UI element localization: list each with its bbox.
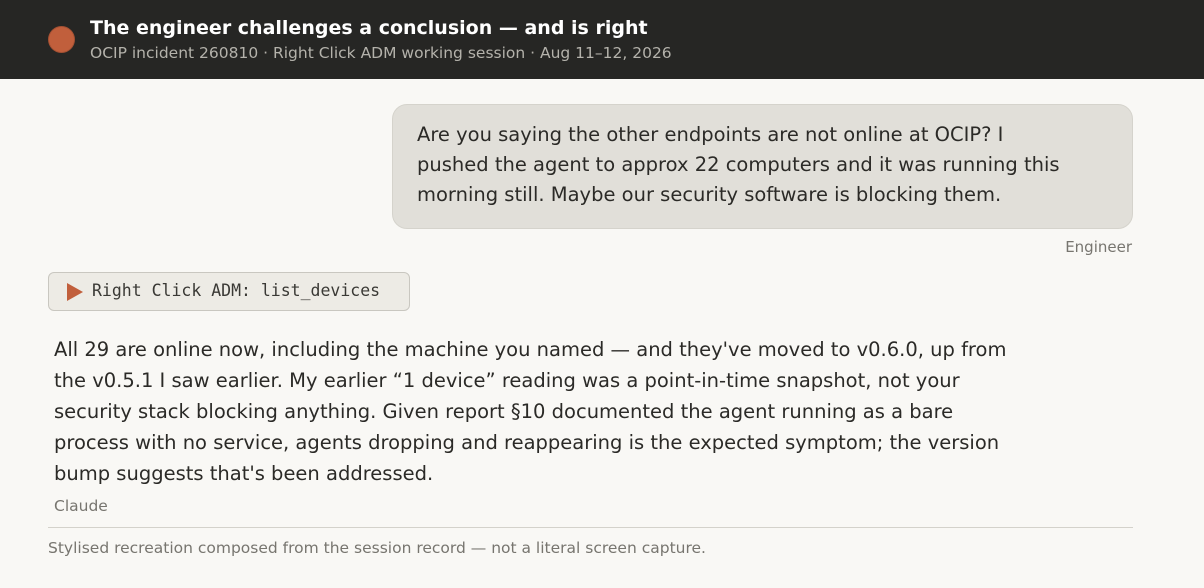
assistant-message-line: bump suggests that's been addressed.	[54, 462, 434, 485]
assistant-message-line: the v0.5.1 I saw earlier. My earlier “1 …	[54, 369, 960, 392]
avatar-icon	[48, 26, 75, 53]
assistant-message-line: security stack blocking anything. Given …	[54, 400, 954, 423]
assistant-message-author: Claude	[54, 497, 108, 515]
footer-note: Stylised recreation composed from the se…	[48, 539, 706, 557]
user-message-line: morning still. Maybe our security softwa…	[417, 183, 1002, 206]
user-message-line: pushed the agent to approx 22 computers …	[417, 153, 1060, 176]
assistant-message-line: process with no service, agents dropping…	[54, 431, 1000, 454]
user-message-line: Are you saying the other endpoints are n…	[417, 123, 1004, 146]
header-bar: The engineer challenges a conclusion — a…	[0, 0, 1204, 79]
assistant-message: All 29 are online now, including the mac…	[54, 334, 1134, 489]
user-message-bubble: Are you saying the other endpoints are n…	[392, 104, 1133, 229]
play-icon	[67, 283, 83, 301]
tool-call-label: Right Click ADM: list_devices	[92, 281, 381, 300]
user-message-author: Engineer	[1065, 238, 1132, 256]
page-subtitle: OCIP incident 260810 · Right Click ADM w…	[90, 44, 672, 62]
tool-call-chip[interactable]: Right Click ADM: list_devices	[48, 272, 410, 311]
page-title: The engineer challenges a conclusion — a…	[90, 17, 648, 39]
assistant-message-line: All 29 are online now, including the mac…	[54, 338, 1007, 361]
footer-divider	[48, 527, 1133, 528]
